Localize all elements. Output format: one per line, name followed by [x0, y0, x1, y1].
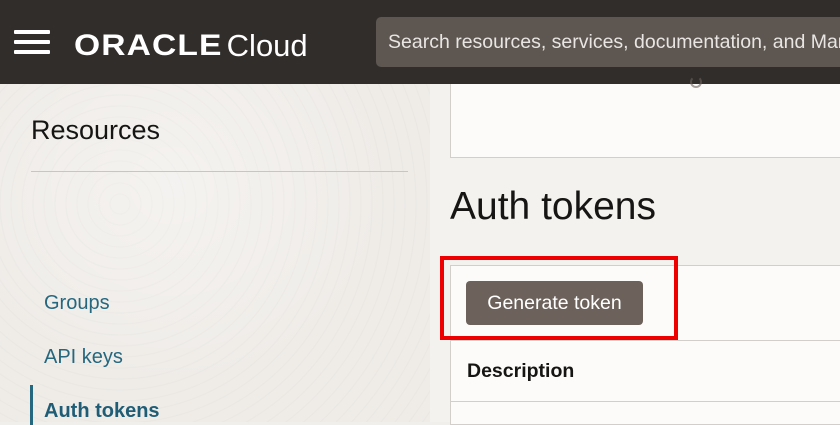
search-input[interactable] — [388, 17, 840, 67]
partial-icon — [690, 76, 702, 88]
generate-token-button[interactable]: Generate token — [466, 281, 643, 325]
page-title: Auth tokens — [450, 185, 656, 228]
column-header-description[interactable]: Description — [467, 360, 574, 383]
active-indicator — [30, 385, 33, 425]
global-search-box[interactable] — [376, 17, 840, 67]
resources-heading: Resources — [31, 115, 161, 145]
sidebar-item-api-keys[interactable]: API keys — [44, 346, 123, 369]
logo-brand: ORACLE — [74, 29, 223, 62]
sidebar-item-groups[interactable]: Groups — [44, 292, 110, 315]
oracle-cloud-logo[interactable]: ORACLE Cloud — [74, 26, 308, 66]
details-card — [450, 84, 840, 158]
top-navigation-bar: ORACLE Cloud — [0, 0, 840, 84]
sidebar-item-auth-tokens[interactable]: Auth tokens — [44, 400, 160, 423]
table-header-divider — [450, 401, 840, 402]
logo-product: Cloud — [226, 28, 308, 63]
toolbar-divider — [450, 340, 840, 341]
resources-divider — [31, 171, 408, 172]
hamburger-menu-icon[interactable] — [14, 30, 50, 54]
